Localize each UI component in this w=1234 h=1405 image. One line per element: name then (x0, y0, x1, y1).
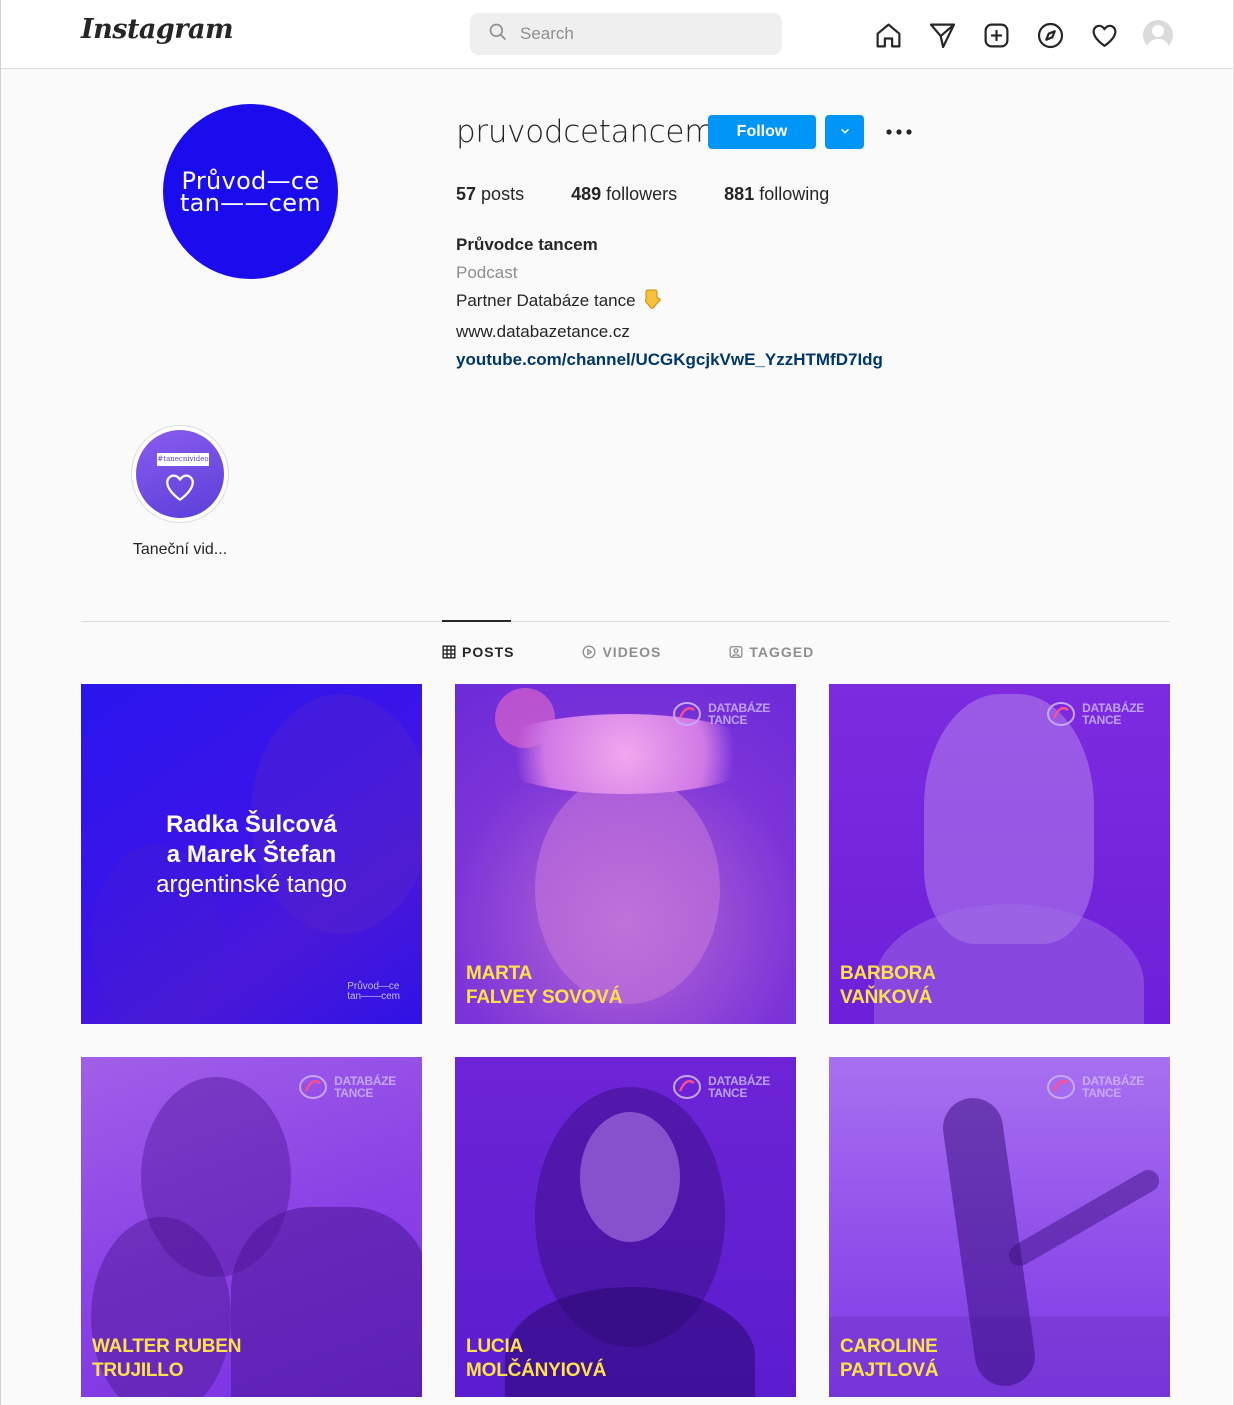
new-post-icon[interactable] (979, 18, 1013, 52)
highlight-tag: #tanecnivideo (157, 453, 209, 466)
tab-videos[interactable]: VIDEOS (582, 644, 661, 660)
pointing-down-emoji-icon (644, 289, 661, 318)
following-count: 881 (724, 184, 755, 204)
post-brand: DATABÁZE TANCE (672, 1073, 770, 1101)
profile-picture-line2: tan——cem (179, 188, 322, 217)
profile-stats: 57 posts 489 followers 881 following (456, 184, 876, 205)
explore-icon[interactable] (1033, 18, 1067, 52)
post-brand-text: DATABÁZE TANCE (708, 1074, 770, 1100)
top-navigation: Instagram Search (1, 0, 1233, 69)
instagram-logo[interactable]: Instagram (81, 14, 234, 45)
databaze-tance-logo-icon (673, 1075, 702, 1099)
post-caption: BARBORA VAŇKOVÁ (840, 963, 936, 1008)
highlight-ring: #tanecnivideo (131, 425, 229, 523)
post-brand: DATABÁZE TANCE (672, 700, 770, 728)
activity-heart-icon[interactable] (1087, 18, 1121, 52)
posts-count: 57 (456, 184, 477, 204)
search-input[interactable]: Search (470, 13, 782, 55)
profile-username: pruvodcetancem (456, 114, 715, 150)
page: Instagram Search Průvod—ce tan——cem pruv… (0, 0, 1234, 1405)
post-brand: DATABÁZE TANCE (298, 1073, 396, 1101)
story-highlight[interactable]: #tanecnivideo Taneční vid... (121, 425, 239, 559)
followers-stat[interactable]: 489 followers (571, 184, 677, 205)
followers-label: followers (606, 184, 678, 204)
post-tile[interactable]: Radka Šulcová a Marek Štefan argentinské… (81, 684, 422, 1024)
more-options-button[interactable] (884, 117, 914, 147)
bio-name: Průvodce tancem (456, 235, 598, 254)
tab-posts-label: POSTS (462, 644, 515, 660)
post-tile[interactable]: DATABÁZE TANCE LUCIA MOLČÁNYIOVÁ (455, 1057, 796, 1397)
post-brand-text: DATABÁZE TANCE (1082, 1074, 1144, 1100)
chevron-down-icon (838, 124, 852, 141)
post-caption: WALTER RUBEN TRUJILLO (92, 1336, 242, 1381)
active-tab-indicator (442, 620, 511, 622)
bio-partner-text: Partner Databáze tance (456, 291, 636, 310)
avatar (1143, 20, 1173, 50)
direct-icon[interactable] (925, 18, 959, 52)
post-brand-text: DATABÁZE TANCE (1082, 701, 1144, 727)
post-caption: MARTA FALVEY SOVOVÁ (466, 963, 623, 1008)
post-title-names: Radka Šulcová a Marek Štefan (166, 811, 337, 868)
databaze-tance-logo-icon (299, 1075, 328, 1099)
tagged-icon (729, 646, 743, 658)
post-title-style: argentinské tango (156, 871, 347, 898)
grid-icon (442, 645, 456, 659)
post-brand: DATABÁZE TANCE (1046, 1073, 1144, 1101)
tabs-divider (81, 621, 1170, 622)
home-icon[interactable] (871, 18, 905, 52)
post-title: Radka Šulcová a Marek Štefan argentinské… (81, 810, 422, 900)
bio-external-link[interactable]: youtube.com/channel/UCGKgcjkVwE_YzzHTMfD… (456, 346, 883, 374)
post-mini-logo: Průvod—ce tan——cem (347, 981, 400, 1002)
bio-category: Podcast (456, 263, 518, 282)
highlight-cover: #tanecnivideo (136, 430, 224, 518)
profile-tabs: POSTS VIDEOS TAGGED (442, 644, 882, 660)
bio-website-text: www.databazetance.cz (456, 322, 630, 341)
profile-bio: Průvodce tancem Podcast Partner Databáze… (456, 231, 883, 374)
follow-button[interactable]: Follow (708, 115, 816, 149)
profile-avatar-icon[interactable] (1141, 18, 1175, 52)
suggested-accounts-button[interactable] (825, 115, 864, 149)
tab-posts[interactable]: POSTS (442, 644, 514, 660)
post-brand-text: DATABÁZE TANCE (334, 1074, 396, 1100)
post-photo-shape (580, 1112, 680, 1242)
databaze-tance-logo-icon (673, 702, 702, 726)
databaze-tance-logo-icon (1047, 702, 1076, 726)
post-photo-shape (1004, 1165, 1164, 1271)
post-tile[interactable]: DATABÁZE TANCE WALTER RUBEN TRUJILLO (81, 1057, 422, 1397)
bio-line: Partner Databáze tance (456, 287, 883, 318)
following-label: following (759, 184, 830, 204)
post-tile[interactable]: DATABÁZE TANCE MARTA FALVEY SOVOVÁ (455, 684, 796, 1024)
profile-picture[interactable]: Průvod—ce tan——cem (163, 104, 338, 279)
post-brand: DATABÁZE TANCE (1046, 700, 1144, 728)
search-placeholder: Search (520, 24, 574, 43)
tab-videos-label: VIDEOS (602, 644, 662, 660)
post-caption: CAROLINE PAJTLOVÁ (840, 1336, 939, 1381)
post-tile[interactable]: DATABÁZE TANCE CAROLINE PAJTLOVÁ (829, 1057, 1170, 1397)
post-tile[interactable]: DATABÁZE TANCE BARBORA VAŇKOVÁ (829, 684, 1170, 1024)
nav-icon-bar (871, 18, 1195, 52)
following-stat[interactable]: 881 following (724, 184, 829, 205)
followers-count: 489 (571, 184, 602, 204)
play-icon (582, 645, 596, 659)
post-brand-text: DATABÁZE TANCE (708, 701, 770, 727)
tab-tagged[interactable]: TAGGED (729, 644, 814, 660)
posts-label: posts (481, 184, 525, 204)
heart-icon (166, 474, 194, 501)
tab-tagged-label: TAGGED (749, 644, 815, 660)
highlight-label: Taneční vid... (132, 541, 228, 558)
more-dots-icon (886, 129, 912, 135)
search-icon (488, 22, 508, 47)
post-caption: LUCIA MOLČÁNYIOVÁ (466, 1336, 607, 1381)
posts-stat[interactable]: 57 posts (456, 184, 524, 205)
databaze-tance-logo-icon (1047, 1075, 1076, 1099)
